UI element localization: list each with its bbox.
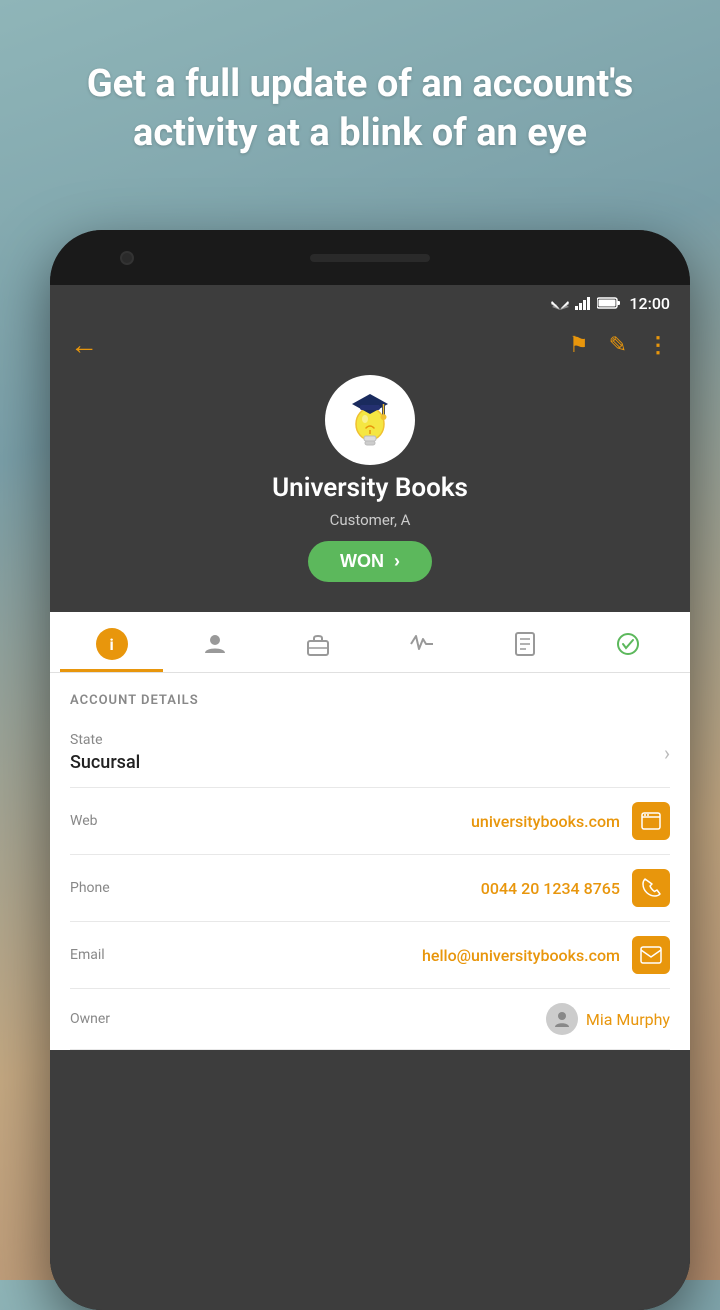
phone-body: 12:00 ← ⚑ ✎ ⋮ bbox=[50, 230, 690, 1310]
activity-icon bbox=[409, 631, 435, 657]
phone-value-group: 0044 20 1234 8765 bbox=[481, 869, 670, 907]
headline-section: Get a full update of an account's activi… bbox=[0, 60, 720, 159]
wifi-icon bbox=[551, 296, 569, 310]
state-value: Sucursal bbox=[70, 752, 660, 773]
owner-name: Mia Murphy bbox=[586, 1010, 670, 1029]
tab-check[interactable] bbox=[577, 615, 680, 669]
contact-icon bbox=[202, 631, 228, 657]
more-button[interactable]: ⋮ bbox=[647, 333, 670, 358]
phone-screen: 12:00 ← ⚑ ✎ ⋮ bbox=[50, 285, 690, 1310]
content-area: ACCOUNT DETAILS State Sucursal › Web uni… bbox=[50, 673, 690, 1050]
won-button[interactable]: WON › bbox=[308, 541, 432, 582]
tab-info[interactable]: i bbox=[60, 612, 163, 672]
web-label: Web bbox=[70, 813, 98, 829]
won-chevron: › bbox=[394, 551, 400, 572]
email-value[interactable]: hello@universitybooks.com bbox=[422, 946, 620, 965]
email-value-group: hello@universitybooks.com bbox=[422, 936, 670, 974]
status-icons bbox=[551, 296, 621, 310]
front-camera bbox=[120, 251, 134, 265]
signal-icon bbox=[575, 296, 591, 310]
state-field: State Sucursal bbox=[70, 732, 660, 773]
state-field-row[interactable]: State Sucursal › bbox=[70, 718, 670, 788]
battery-icon bbox=[597, 296, 621, 310]
phone-top-bezel bbox=[50, 230, 690, 285]
phone-field-row: Phone 0044 20 1234 8765 bbox=[70, 855, 670, 922]
email-label: Email bbox=[70, 947, 105, 963]
owner-person-icon bbox=[553, 1010, 571, 1028]
avatar bbox=[325, 375, 415, 465]
browser-icon bbox=[641, 812, 661, 830]
email-icon bbox=[640, 946, 662, 964]
account-avatar-image bbox=[336, 386, 404, 454]
email-action-icon[interactable] bbox=[632, 936, 670, 974]
state-label: State bbox=[70, 732, 660, 748]
web-value-group: universitybooks.com bbox=[471, 802, 670, 840]
email-field-row: Email hello@universitybooks.com bbox=[70, 922, 670, 989]
web-action-icon[interactable] bbox=[632, 802, 670, 840]
app-header: ← ⚑ ✎ ⋮ bbox=[50, 321, 690, 612]
owner-avatar-icon bbox=[546, 1003, 578, 1035]
flag-button[interactable]: ⚑ bbox=[569, 333, 589, 358]
owner-field-row: Owner Mia Murphy bbox=[70, 989, 670, 1050]
phone-mockup: 12:00 ← ⚑ ✎ ⋮ bbox=[50, 230, 710, 1310]
check-icon bbox=[615, 631, 641, 657]
account-type: Customer, A bbox=[330, 511, 411, 529]
info-icon: i bbox=[96, 628, 128, 660]
headline-text: Get a full update of an account's activi… bbox=[40, 60, 680, 159]
back-button[interactable]: ← bbox=[70, 331, 98, 359]
nav-actions: ⚑ ✎ ⋮ bbox=[569, 333, 670, 358]
briefcase-icon bbox=[305, 631, 331, 657]
section-title: ACCOUNT DETAILS bbox=[70, 673, 670, 718]
owner-value-group: Mia Murphy bbox=[546, 1003, 670, 1035]
web-field-row: Web universitybooks.com bbox=[70, 788, 670, 855]
tab-bar: i bbox=[50, 612, 690, 673]
status-bar: 12:00 bbox=[50, 285, 690, 321]
notes-icon bbox=[512, 631, 538, 657]
edit-button[interactable]: ✎ bbox=[609, 333, 627, 358]
owner-label: Owner bbox=[70, 1011, 110, 1027]
account-profile: University Books Customer, A WON › bbox=[70, 375, 670, 582]
account-name: University Books bbox=[272, 473, 468, 503]
tab-activity[interactable] bbox=[370, 615, 473, 669]
phone-action-icon[interactable] bbox=[632, 869, 670, 907]
web-value[interactable]: universitybooks.com bbox=[471, 812, 620, 831]
phone-label: Phone bbox=[70, 880, 110, 896]
tab-contact[interactable] bbox=[163, 615, 266, 669]
phone-value[interactable]: 0044 20 1234 8765 bbox=[481, 879, 620, 898]
speaker bbox=[310, 254, 430, 262]
tab-notes[interactable] bbox=[473, 615, 576, 669]
status-time: 12:00 bbox=[629, 294, 670, 313]
nav-bar: ← ⚑ ✎ ⋮ bbox=[70, 331, 670, 359]
phone-icon bbox=[641, 878, 661, 898]
tab-briefcase[interactable] bbox=[267, 615, 370, 669]
state-chevron: › bbox=[664, 741, 670, 765]
